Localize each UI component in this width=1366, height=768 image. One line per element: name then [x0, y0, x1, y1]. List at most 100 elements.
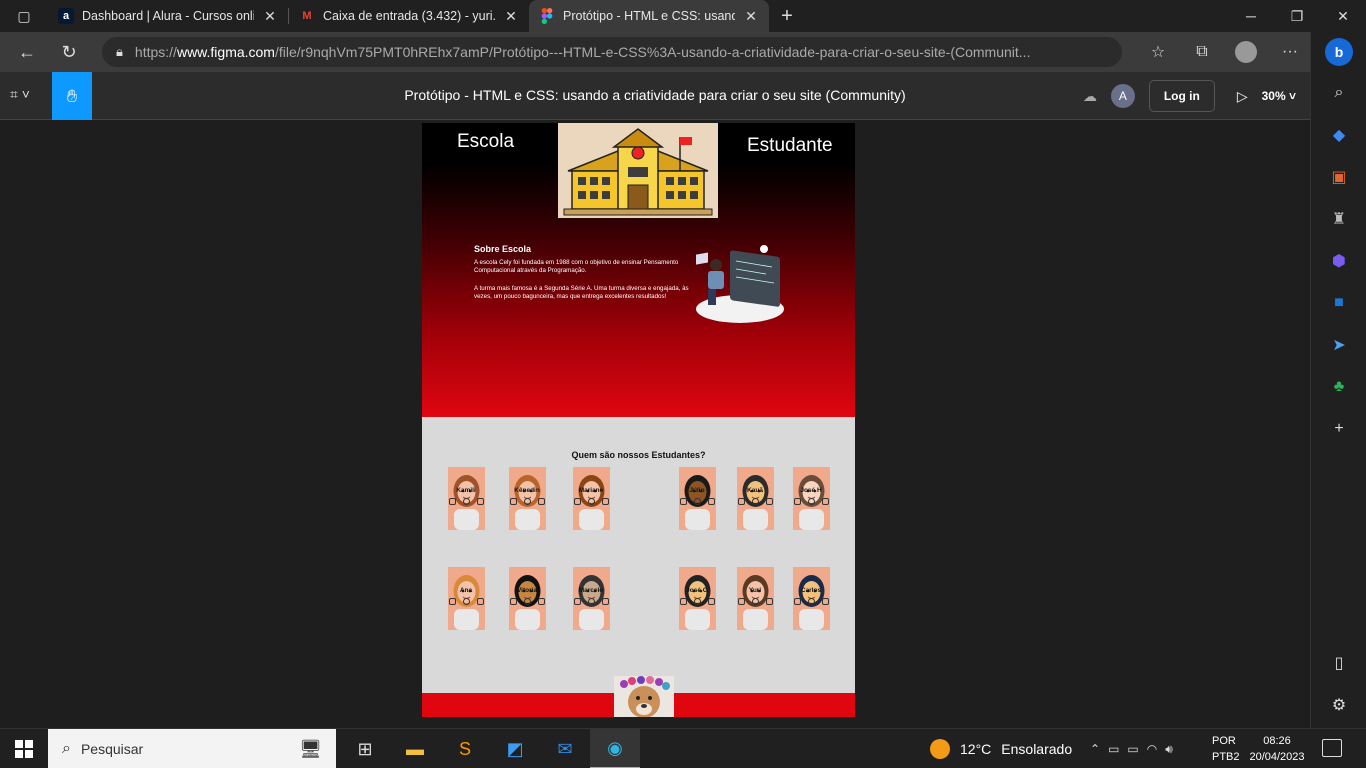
school-illustration	[558, 123, 718, 218]
instagram-icon[interactable]	[793, 598, 801, 605]
linkedin-icon[interactable]	[821, 498, 829, 505]
linkedin-icon[interactable]	[476, 598, 484, 605]
instagram-icon[interactable]	[737, 598, 745, 605]
shopping-icon[interactable]: ◆	[1311, 114, 1366, 156]
instagram-icon[interactable]	[737, 498, 745, 505]
tree-icon[interactable]: ♣	[1311, 366, 1366, 408]
github-icon[interactable]	[462, 598, 470, 605]
linkedin-icon[interactable]	[601, 498, 609, 505]
device-icon[interactable]: ▭	[1108, 742, 1119, 756]
task-view-icon[interactable]: ⊞	[340, 729, 390, 768]
github-icon[interactable]	[807, 498, 815, 505]
edge-icon[interactable]: ◉	[590, 729, 640, 768]
games-icon[interactable]: ♜	[1311, 198, 1366, 240]
search-icon[interactable]: ⌕	[1311, 72, 1366, 114]
linkedin-icon[interactable]	[765, 498, 773, 505]
linkedin-icon[interactable]	[707, 498, 715, 505]
github-icon[interactable]	[751, 498, 759, 505]
windows-start-icon[interactable]	[0, 729, 48, 768]
hero-section: Escola Estudante Sobre Escola A escola C…	[422, 123, 855, 417]
github-icon[interactable]	[462, 498, 470, 505]
add-icon[interactable]: +	[1311, 408, 1366, 450]
more-icon[interactable]: ···	[1268, 32, 1312, 72]
github-icon[interactable]	[587, 598, 595, 605]
tools-icon[interactable]: ▣	[1311, 156, 1366, 198]
instagram-icon[interactable]	[448, 498, 456, 505]
instagram-icon[interactable]	[573, 498, 581, 505]
linkedin-icon[interactable]	[537, 498, 545, 505]
figma-menu-icon[interactable]: ⌗ ˅	[10, 86, 30, 103]
linkedin-icon[interactable]	[821, 598, 829, 605]
favorites-icon[interactable]: ☆	[1136, 32, 1180, 72]
close-window-icon[interactable]: ✕	[1320, 0, 1366, 32]
file-explorer-icon[interactable]: ▬	[390, 729, 440, 768]
github-icon[interactable]	[523, 598, 531, 605]
weather-widget[interactable]: 12°C Ensolarado	[930, 729, 1072, 768]
notification-icon[interactable]	[1322, 739, 1342, 757]
new-tab-icon[interactable]: +	[769, 0, 805, 32]
minimize-icon[interactable]: ─	[1228, 0, 1274, 32]
mail-icon[interactable]: ✉	[540, 729, 590, 768]
github-icon[interactable]	[751, 598, 759, 605]
close-tab-icon[interactable]: ✕	[503, 8, 519, 25]
tab-alura[interactable]: a Dashboard | Alura - Cursos online ✕	[48, 0, 288, 32]
student-card: Kauã	[727, 467, 783, 562]
present-icon[interactable]: ▷	[1237, 88, 1248, 105]
bing-icon[interactable]: b	[1311, 32, 1366, 72]
instagram-icon[interactable]	[679, 598, 687, 605]
collections-icon[interactable]: ⧉	[1180, 32, 1224, 72]
instagram-icon[interactable]	[509, 498, 517, 505]
weather-text: Ensolarado	[1001, 741, 1073, 757]
github-icon[interactable]	[523, 498, 531, 505]
tab-gmail[interactable]: M Caixa de entrada (3.432) - yuri.pia ✕	[289, 0, 529, 32]
settings-icon[interactable]: ⚙	[1311, 684, 1366, 726]
battery-icon[interactable]: ▭	[1127, 742, 1138, 756]
sidebar-toggle-icon[interactable]: ▯	[1311, 642, 1366, 684]
figma-canvas[interactable]: Escola Estudante Sobre Escola A escola C…	[0, 120, 1310, 728]
linkedin-icon[interactable]	[765, 598, 773, 605]
linkedin-icon[interactable]	[601, 598, 609, 605]
zoom-menu[interactable]: 30% ˅	[1262, 89, 1296, 103]
taskbar-search[interactable]: ⌕ Pesquisar 🖥︎	[48, 729, 336, 768]
maximize-icon[interactable]: ❐	[1274, 0, 1320, 32]
close-tab-icon[interactable]: ✕	[743, 8, 759, 25]
language-indicator[interactable]: POR PTB2	[1212, 733, 1240, 765]
social-links	[669, 498, 725, 505]
back-icon[interactable]: ←	[6, 32, 48, 72]
send-icon[interactable]: ➤	[1311, 324, 1366, 366]
lang-code: POR	[1212, 735, 1236, 747]
linkedin-icon[interactable]	[537, 598, 545, 605]
instagram-icon[interactable]	[509, 598, 517, 605]
instagram-icon[interactable]	[679, 498, 687, 505]
volume-icon[interactable]: 🔊︎	[1165, 742, 1173, 757]
store-icon[interactable]: ◩	[490, 729, 540, 768]
office-icon[interactable]: ⬢	[1311, 240, 1366, 282]
github-icon[interactable]	[693, 598, 701, 605]
refresh-icon[interactable]: ↻	[48, 32, 90, 72]
tab-figma[interactable]: Protótipo - HTML e CSS: usando a ✕	[529, 0, 769, 32]
github-icon[interactable]	[693, 498, 701, 505]
url-field[interactable]: 🔒︎ https://www.figma.com/file/r9nqhVm75P…	[102, 37, 1122, 67]
instagram-icon[interactable]	[573, 598, 581, 605]
wifi-icon[interactable]: ◠	[1147, 742, 1157, 756]
profile-icon[interactable]	[1224, 32, 1268, 72]
linkedin-icon[interactable]	[476, 498, 484, 505]
search-highlight-icon: 🖥︎	[299, 738, 322, 759]
sublime-icon[interactable]: S	[440, 729, 490, 768]
avatar[interactable]: A	[1110, 84, 1135, 108]
chevron-up-icon[interactable]: ⌃	[1090, 742, 1100, 756]
instagram-icon[interactable]	[448, 598, 456, 605]
tab-actions-icon[interactable]: ▢	[0, 0, 48, 32]
github-icon[interactable]	[807, 598, 815, 605]
tab-title: Dashboard | Alura - Cursos online	[82, 9, 254, 23]
hand-tool-icon[interactable]: ✋︎	[52, 72, 92, 120]
login-button[interactable]: Log in	[1148, 80, 1215, 112]
url-host: www.figma.com	[176, 44, 275, 60]
linkedin-icon[interactable]	[707, 598, 715, 605]
prototype-frame[interactable]: Escola Estudante Sobre Escola A escola C…	[422, 123, 855, 717]
close-tab-icon[interactable]: ✕	[262, 8, 278, 25]
outlook-icon[interactable]: ■	[1311, 282, 1366, 324]
clock[interactable]: 08:26 20/04/2023	[1248, 733, 1306, 765]
instagram-icon[interactable]	[793, 498, 801, 505]
github-icon[interactable]	[587, 498, 595, 505]
